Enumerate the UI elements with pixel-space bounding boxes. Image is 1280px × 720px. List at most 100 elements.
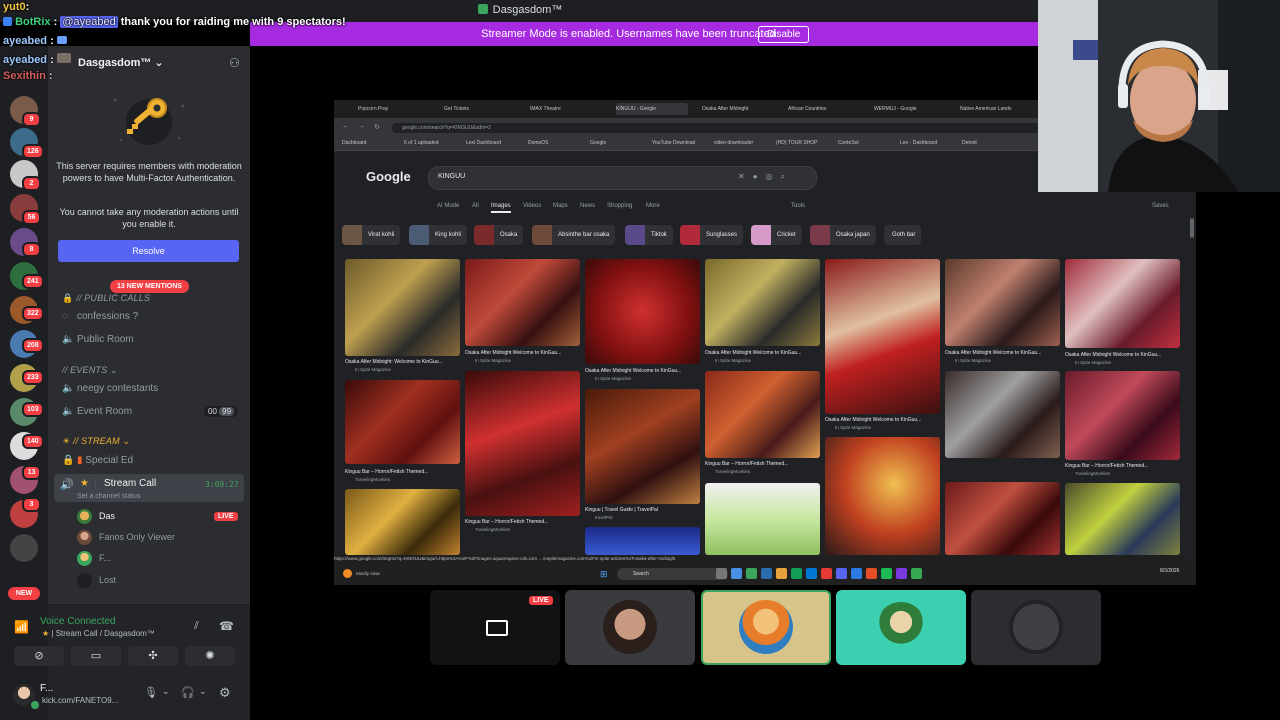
clear-icon[interactable]: ✕ bbox=[738, 172, 753, 181]
search-nav-tab[interactable]: More bbox=[646, 203, 660, 209]
chevron-down-icon[interactable]: ⌄ bbox=[199, 686, 207, 697]
channel-confessions[interactable]: ◌ confessions ? bbox=[62, 311, 138, 322]
image-result-thumbnail[interactable] bbox=[1065, 483, 1180, 555]
back-arrow-icon[interactable]: ← bbox=[342, 123, 349, 130]
search-nav-tab[interactable]: All bbox=[472, 203, 479, 209]
image-result-caption[interactable]: Osaka After Midnight Welcome to KinGuu..… bbox=[465, 350, 578, 356]
mic-icon[interactable]: ● bbox=[753, 172, 766, 181]
taskbar-app-icon[interactable] bbox=[806, 568, 817, 579]
image-result-thumbnail[interactable] bbox=[585, 259, 700, 364]
browser-tab[interactable]: African Countries bbox=[788, 103, 860, 115]
image-result-thumbnail[interactable] bbox=[945, 482, 1060, 555]
search-nav-tab[interactable]: News bbox=[580, 203, 595, 209]
related-search-chip[interactable]: Tiktok bbox=[625, 225, 673, 245]
channel-public-room[interactable]: 🔈 Public Room bbox=[62, 334, 134, 345]
taskbar-app-icon[interactable] bbox=[836, 568, 847, 579]
chevron-down-icon[interactable]: ⌄ bbox=[162, 686, 170, 697]
browser-tab[interactable]: IMAX Theatre bbox=[530, 103, 602, 115]
google-logo[interactable]: Google bbox=[366, 169, 411, 184]
image-result-thumbnail[interactable] bbox=[825, 437, 940, 555]
browser-tab[interactable]: WERMUJ - Google bbox=[874, 103, 946, 115]
tile-participant-speaking[interactable] bbox=[701, 590, 831, 665]
browser-tab[interactable]: KINGUU - Google bbox=[616, 103, 688, 115]
taskbar-app-icon[interactable] bbox=[881, 568, 892, 579]
saves-button[interactable]: Saves bbox=[1152, 203, 1169, 209]
image-result-thumbnail[interactable] bbox=[705, 259, 820, 346]
camera-off-icon[interactable]: ⊘ bbox=[14, 646, 64, 666]
voice-connected-label[interactable]: Voice Connected bbox=[40, 616, 116, 627]
related-search-chip[interactable]: Goth bar bbox=[884, 225, 922, 245]
taskbar-search[interactable]: Search bbox=[617, 568, 728, 580]
image-result-thumbnail[interactable] bbox=[345, 489, 460, 555]
bookmark-item[interactable]: (HD) TOUR SHOP bbox=[776, 140, 817, 146]
related-search-chip[interactable]: Absinthe bar osaka bbox=[532, 225, 616, 245]
disconnect-icon[interactable]: ☎ bbox=[219, 619, 234, 633]
image-result-thumbnail[interactable] bbox=[465, 259, 580, 346]
browser-tab[interactable]: Popcorn Pray bbox=[358, 103, 430, 115]
image-result-caption[interactable]: Osaka After Midnight Welcome to KinGuu..… bbox=[1065, 352, 1178, 358]
activities-icon[interactable]: ✣ bbox=[128, 646, 178, 666]
category-public-calls[interactable]: 🔒 // PUBLIC CALLS bbox=[62, 293, 150, 304]
image-result-thumbnail[interactable] bbox=[825, 259, 940, 414]
image-result-caption[interactable]: Kinguu Bar – Horror/Fetish Themed... bbox=[705, 461, 818, 467]
search-nav-tab[interactable]: AI Mode bbox=[437, 203, 459, 209]
taskbar-app-icon[interactable] bbox=[866, 568, 877, 579]
browser-tab[interactable]: Native American Lands bbox=[960, 103, 1032, 115]
lens-icon[interactable]: ◎ bbox=[766, 172, 781, 181]
noise-suppression-icon[interactable]: ⫽ bbox=[194, 620, 199, 633]
soundboard-icon[interactable]: ✺ bbox=[185, 646, 235, 666]
image-result-caption[interactable]: Osaka After Midnight Welcome to KinGuu..… bbox=[585, 368, 698, 374]
image-result-caption[interactable]: Kinguu Bar – Horror/Fetish Themed... bbox=[1065, 463, 1178, 469]
image-result-thumbnail[interactable] bbox=[945, 259, 1060, 346]
image-result-thumbnail[interactable] bbox=[345, 380, 460, 464]
image-result-thumbnail[interactable] bbox=[585, 389, 700, 504]
search-icon[interactable]: ⌕ bbox=[781, 172, 793, 181]
search-nav-tab[interactable]: Maps bbox=[553, 203, 568, 209]
related-search-chip[interactable]: Virat kohli bbox=[342, 225, 401, 245]
channel-event-room[interactable]: 🔈 Event Room bbox=[62, 406, 132, 417]
bookmark-item[interactable]: Detroit bbox=[962, 140, 977, 146]
bookmark-item[interactable]: 6 of 1 uploaded bbox=[404, 140, 438, 146]
taskbar-app-icon[interactable] bbox=[746, 568, 757, 579]
taskbar-app-icon[interactable] bbox=[896, 568, 907, 579]
image-result-caption[interactable]: Osaka After Midnight: Welcome to KinGuu.… bbox=[345, 359, 458, 365]
image-result-caption[interactable]: Kinguu Bar – Horror/Fetish Themed... bbox=[465, 519, 578, 525]
image-result-caption[interactable]: Osaka After Midnight Welcome to KinGuu..… bbox=[945, 350, 1058, 356]
results-scrollbar[interactable] bbox=[1190, 215, 1194, 555]
search-nav-tab[interactable]: Videos bbox=[523, 203, 541, 209]
bookmark-item[interactable]: DomsOS bbox=[528, 140, 548, 146]
image-result-caption[interactable]: Kinguu Bar – Horror/Fetish Themed... bbox=[345, 469, 458, 475]
taskbar-app-icon[interactable] bbox=[731, 568, 742, 579]
image-result-thumbnail[interactable] bbox=[585, 527, 700, 555]
image-result-thumbnail[interactable] bbox=[1065, 371, 1180, 460]
category-stream[interactable]: ☀ // STREAM ⌄ bbox=[62, 436, 130, 447]
bookmark-item[interactable]: ContoSol bbox=[838, 140, 859, 146]
forward-arrow-icon[interactable]: → bbox=[358, 123, 365, 130]
related-search-chip[interactable]: King kohli bbox=[409, 225, 468, 245]
related-search-chip[interactable]: Osaka bbox=[474, 225, 524, 245]
resolve-mfa-button[interactable]: Resolve bbox=[58, 240, 239, 262]
new-unreads-pill[interactable]: NEW bbox=[8, 587, 40, 600]
address-bar[interactable]: google.com/search?q=KINGUU&udm=2 bbox=[392, 123, 1042, 133]
disable-streamer-mode-button[interactable]: Disable bbox=[758, 26, 810, 43]
channel-neegy-contestants[interactable]: 🔈 neegy contestants bbox=[62, 383, 158, 394]
search-nav-tab[interactable]: Shopping bbox=[607, 203, 632, 209]
related-search-chip[interactable]: Osaka japan bbox=[810, 225, 876, 245]
taskbar-app-icon[interactable] bbox=[821, 568, 832, 579]
tile-participant[interactable] bbox=[971, 590, 1101, 665]
bookmark-item[interactable]: Google bbox=[590, 140, 606, 146]
server-icon[interactable] bbox=[10, 534, 38, 562]
scrollbar-thumb[interactable] bbox=[1190, 218, 1194, 238]
browser-tab[interactable]: Osaka After Midnight bbox=[702, 103, 774, 115]
image-result-thumbnail[interactable] bbox=[705, 483, 820, 555]
taskbar-app-icon[interactable] bbox=[851, 568, 862, 579]
taskbar-app-icon[interactable] bbox=[911, 568, 922, 579]
image-result-caption[interactable]: Kinguu | Travel Guide | TravelPal bbox=[585, 507, 698, 513]
taskbar-app-icon[interactable] bbox=[761, 568, 772, 579]
headphones-icon[interactable]: 🎧 bbox=[181, 686, 195, 699]
search-query[interactable]: KINGUU bbox=[438, 173, 465, 180]
taskbar-app-icon[interactable] bbox=[791, 568, 802, 579]
bookmark-item[interactable]: Dashboard bbox=[342, 140, 366, 146]
image-result-caption[interactable]: Osaka After Midnight Welcome to KinGuu..… bbox=[705, 350, 818, 356]
image-result-caption[interactable]: Osaka After Midnight Welcome to KinGuu..… bbox=[825, 417, 938, 423]
